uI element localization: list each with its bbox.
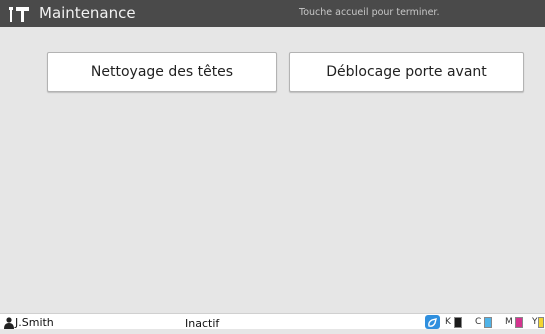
user-icon (4, 317, 14, 329)
home-hint: Touche accueil pour terminer. (299, 7, 440, 18)
status-bar: J.Smith Inactif K C M Y (0, 313, 545, 330)
head-cleaning-button[interactable]: Nettoyage des têtes (47, 52, 277, 92)
ink-level-y (538, 317, 544, 328)
ink-label-c: C (475, 317, 482, 327)
ink-level-m (515, 317, 523, 328)
screen-title: Maintenance (39, 4, 136, 22)
ink-status-icon[interactable] (425, 315, 440, 329)
ink-level-c (484, 317, 492, 328)
user-name: J.Smith (15, 316, 54, 329)
ink-level-k (454, 317, 462, 328)
ink-label-m: M (505, 317, 513, 327)
ink-label-k: K (445, 317, 451, 327)
tools-icon (9, 7, 29, 22)
ink-label-y: Y (532, 317, 538, 327)
front-door-release-button[interactable]: Déblocage porte avant (289, 52, 524, 92)
header-bar: Maintenance Touche accueil pour terminer… (0, 0, 545, 27)
